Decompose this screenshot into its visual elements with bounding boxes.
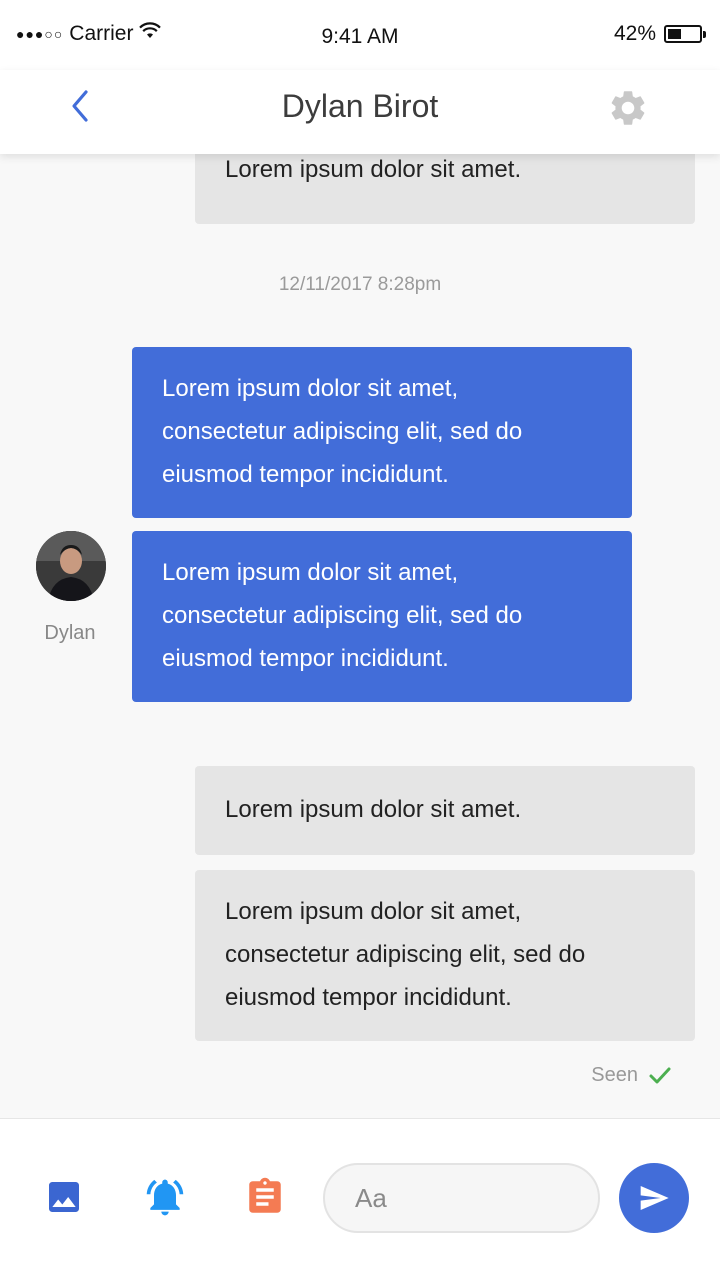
clipboard-button[interactable] bbox=[243, 1175, 287, 1219]
battery-icon bbox=[664, 25, 706, 43]
message-input[interactable] bbox=[323, 1163, 600, 1233]
clipboard-icon bbox=[249, 1177, 281, 1213]
message-bubble-incoming[interactable]: Lorem ipsum dolor sit amet, consectetur … bbox=[132, 347, 632, 518]
battery-percent: 42% bbox=[613, 22, 656, 45]
image-icon bbox=[49, 1182, 79, 1212]
status-bar: ●●●○○ Carrier 9:41 AM 42% bbox=[0, 0, 720, 70]
sender-name: Dylan bbox=[44, 622, 96, 644]
read-receipt: Seen bbox=[591, 1064, 672, 1087]
seen-label: Seen bbox=[591, 1064, 638, 1086]
send-button[interactable] bbox=[619, 1163, 689, 1233]
settings-button[interactable] bbox=[604, 84, 652, 132]
message-text: Lorem ipsum dolor sit amet, bbox=[162, 559, 459, 586]
bell-icon bbox=[146, 1179, 184, 1216]
message-text: consectetur adipiscing elit, sed do bbox=[162, 602, 523, 629]
message-bubble-outgoing[interactable]: Lorem ipsum dolor sit amet, consectetur … bbox=[195, 870, 695, 1041]
message-text: eiusmod tempor incididunt. bbox=[162, 461, 449, 488]
message-text: Lorem ipsum dolor sit amet, bbox=[225, 898, 522, 925]
message-text: consectetur adipiscing elit, sed do bbox=[225, 941, 586, 968]
avatar[interactable] bbox=[36, 531, 106, 601]
message-text: Lorem ipsum dolor sit amet, bbox=[162, 375, 459, 402]
message-bubble-incoming[interactable]: Lorem ipsum dolor sit amet, consectetur … bbox=[132, 531, 632, 702]
chat-screen: ●●●○○ Carrier 9:41 AM 42% Dylan Birot Lo… bbox=[0, 0, 720, 1286]
message-bubble-outgoing[interactable]: Lorem ipsum dolor sit amet. bbox=[195, 766, 695, 855]
message-composer bbox=[0, 1118, 720, 1286]
battery-group: 42% bbox=[613, 22, 706, 46]
user-photo bbox=[36, 531, 106, 601]
message-text: Lorem ipsum dolor sit amet. bbox=[225, 156, 522, 183]
message-text: Lorem ipsum dolor sit amet. bbox=[225, 796, 522, 823]
conversation-area[interactable]: Lorem ipsum dolor sit amet. 12/11/2017 8… bbox=[0, 154, 720, 1118]
message-text: eiusmod tempor incididunt. bbox=[225, 984, 512, 1011]
image-button[interactable] bbox=[42, 1175, 86, 1219]
message-timestamp: 12/11/2017 8:28pm bbox=[278, 274, 442, 295]
message-text: consectetur adipiscing elit, sed do bbox=[162, 418, 523, 445]
status-time: 9:41 AM bbox=[321, 25, 399, 48]
message-bubble-outgoing[interactable]: Lorem ipsum dolor sit amet. bbox=[195, 154, 695, 224]
nav-header: Dylan Birot bbox=[0, 70, 720, 154]
notification-button[interactable] bbox=[143, 1175, 187, 1219]
checkmark-icon bbox=[649, 1067, 671, 1083]
gear-icon bbox=[611, 91, 645, 125]
send-icon bbox=[640, 1186, 669, 1210]
message-text: eiusmod tempor incididunt. bbox=[162, 645, 449, 672]
